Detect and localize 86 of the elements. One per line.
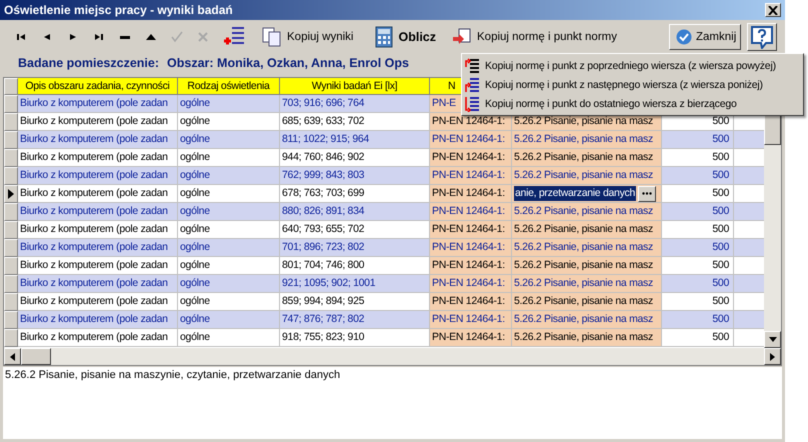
norm-point-cell: 5.26.2 Pisanie, pisanie na masz [512, 257, 662, 275]
close-icon[interactable] [765, 3, 781, 17]
menu-item[interactable]: Kopiuj normę i punkt z następnego wiersza (z wiersza poniżej) [462, 75, 803, 94]
list-arrow-icon [464, 76, 480, 92]
value-cell: 500 [662, 239, 734, 257]
lighting-cell: ogólne [178, 329, 280, 347]
task-cell: Biurko z komputerem (pole zadan [18, 275, 178, 293]
lighting-cell: ogólne [178, 239, 280, 257]
results-cell: 918; 755; 823; 910 [280, 329, 430, 347]
task-cell: Biurko z komputerem (pole zadan [18, 329, 178, 347]
norm-point-cell: 5.26.2 Pisanie, pisanie na masz [512, 329, 662, 347]
norm-cell: PN-EN 12464-1: [430, 131, 512, 149]
calculate-button[interactable]: Oblicz [369, 24, 442, 50]
task-cell: Biurko z komputerem (pole zadan [18, 239, 178, 257]
column-header[interactable]: Wyniki badań Ei [lx] [280, 78, 430, 95]
norm-cell: PN-EN 12464-1: [430, 311, 512, 329]
lighting-cell: ogólne [178, 203, 280, 221]
window-title: Oświetlenie miejsc pracy - wyniki badań [4, 3, 233, 17]
task-cell: Biurko z komputerem (pole zadan [18, 131, 178, 149]
cell-editor[interactable]: anie, przetwarzanie danych [514, 186, 636, 201]
value-cell: 500 [662, 203, 734, 221]
norm-point-cell: 5.26.2 Pisanie, pisanie na masz [512, 203, 662, 221]
row-pointer-icon [8, 189, 14, 199]
task-cell: Biurko z komputerem (pole zadan [18, 203, 178, 221]
results-cell: 921; 1095; 902; 1001 [280, 275, 430, 293]
value-cell: 500 [662, 131, 734, 149]
results-cell: 747; 876; 787; 802 [280, 311, 430, 329]
help-icon[interactable] [747, 23, 777, 51]
norm-cell: PN-EN 12464-1: [430, 257, 512, 275]
norm-point-cell: 5.26.2 Pisanie, pisanie na masz [512, 167, 662, 185]
documents-icon [262, 27, 282, 47]
document-arrow-icon [452, 28, 472, 46]
room-label: Badane pomieszczenie: [18, 56, 160, 70]
norm-cell: PN-EN 12464-1: [430, 275, 512, 293]
ellipsis-button[interactable] [638, 186, 656, 202]
results-cell: 701; 896; 723; 802 [280, 239, 430, 257]
dots-icon [642, 192, 652, 195]
copy-norm-button[interactable]: Kopiuj normę i punkt normy [446, 24, 623, 50]
norm-point-cell: 5.26.2 Pisanie, pisanie na masz [512, 149, 662, 167]
norm-point-cell: 5.26.2 Pisanie, pisanie na masz [512, 275, 662, 293]
norm-description: 5.26.2 Pisanie, pisanie na maszynie, czytanie, przetwarzanie danych [5, 369, 340, 381]
scrollbar-thumb[interactable] [21, 348, 51, 365]
column-header[interactable]: Opis obszaru zadania, czynności [18, 78, 178, 95]
value-cell: 500 [662, 275, 734, 293]
value-cell: 500 [662, 167, 734, 185]
menu-item[interactable]: Kopiuj normę i punkt z poprzedniego wiersza (z wiersza powyżej) [462, 56, 803, 75]
scroll-down-icon[interactable] [768, 337, 776, 342]
results-cell: 811; 1022; 915; 964 [280, 131, 430, 149]
lighting-cell: ogólne [178, 167, 280, 185]
results-cell: 703; 916; 696; 764 [280, 95, 430, 113]
norm-cell: PN-EN 12464-1: [430, 185, 512, 203]
lighting-cell: ogólne [178, 275, 280, 293]
norm-cell: PN-EN 12464-1: [430, 329, 512, 347]
norm-point-cell: 5.26.2 Pisanie, pisanie na masz [512, 131, 662, 149]
value-cell: 500 [662, 311, 734, 329]
lighting-cell: ogólne [178, 131, 280, 149]
lighting-cell: ogólne [178, 95, 280, 113]
check-circle-icon [676, 29, 692, 45]
column-header[interactable]: Rodzaj oświetlenia [178, 78, 280, 95]
list-arrow-icon [464, 58, 480, 74]
norm-point-cell: 5.26.2 Pisanie, pisanie na masz [512, 239, 662, 257]
close-button[interactable]: Zamknij [669, 24, 741, 50]
results-cell: 762; 999; 843; 803 [280, 167, 430, 185]
norm-point-cell: 5.26.2 Pisanie, pisanie na masz [512, 293, 662, 311]
calculator-icon [375, 26, 394, 48]
norm-cell: PN-EN 12464-1: [430, 239, 512, 257]
copy-results-button[interactable]: Kopiuj wyniki [256, 24, 360, 50]
norm-point-cell: 5.26.2 Pisanie, pisanie na masz [512, 311, 662, 329]
scroll-left-icon[interactable] [10, 352, 15, 360]
results-cell: 880; 826; 891; 834 [280, 203, 430, 221]
norm-point-cell: 5.26.2 Pisanie, pisanie na masz [512, 221, 662, 239]
task-cell: Biurko z komputerem (pole zadan [18, 95, 178, 113]
horizontal-scrollbar[interactable] [3, 348, 782, 366]
room-value: Obszar: Monika, Ozkan, Anna, Enrol Ops [167, 56, 409, 70]
task-cell: Biurko z komputerem (pole zadan [18, 167, 178, 185]
scroll-right-icon[interactable] [770, 352, 775, 360]
value-cell: 500 [662, 329, 734, 347]
lighting-cell: ogólne [178, 311, 280, 329]
norm-cell: PN-EN 12464-1: [430, 149, 512, 167]
row-header[interactable] [4, 185, 18, 203]
norm-cell: PN-EN 12464-1: [430, 203, 512, 221]
list-arrow-icon [464, 96, 480, 112]
norm-cell: PN-EN 12464-1: [430, 167, 512, 185]
norm-cell: PN-EN 12464-1: [430, 293, 512, 311]
task-cell: Biurko z komputerem (pole zadan [18, 311, 178, 329]
norm-cell: PN-EN 12464-1: [430, 221, 512, 239]
